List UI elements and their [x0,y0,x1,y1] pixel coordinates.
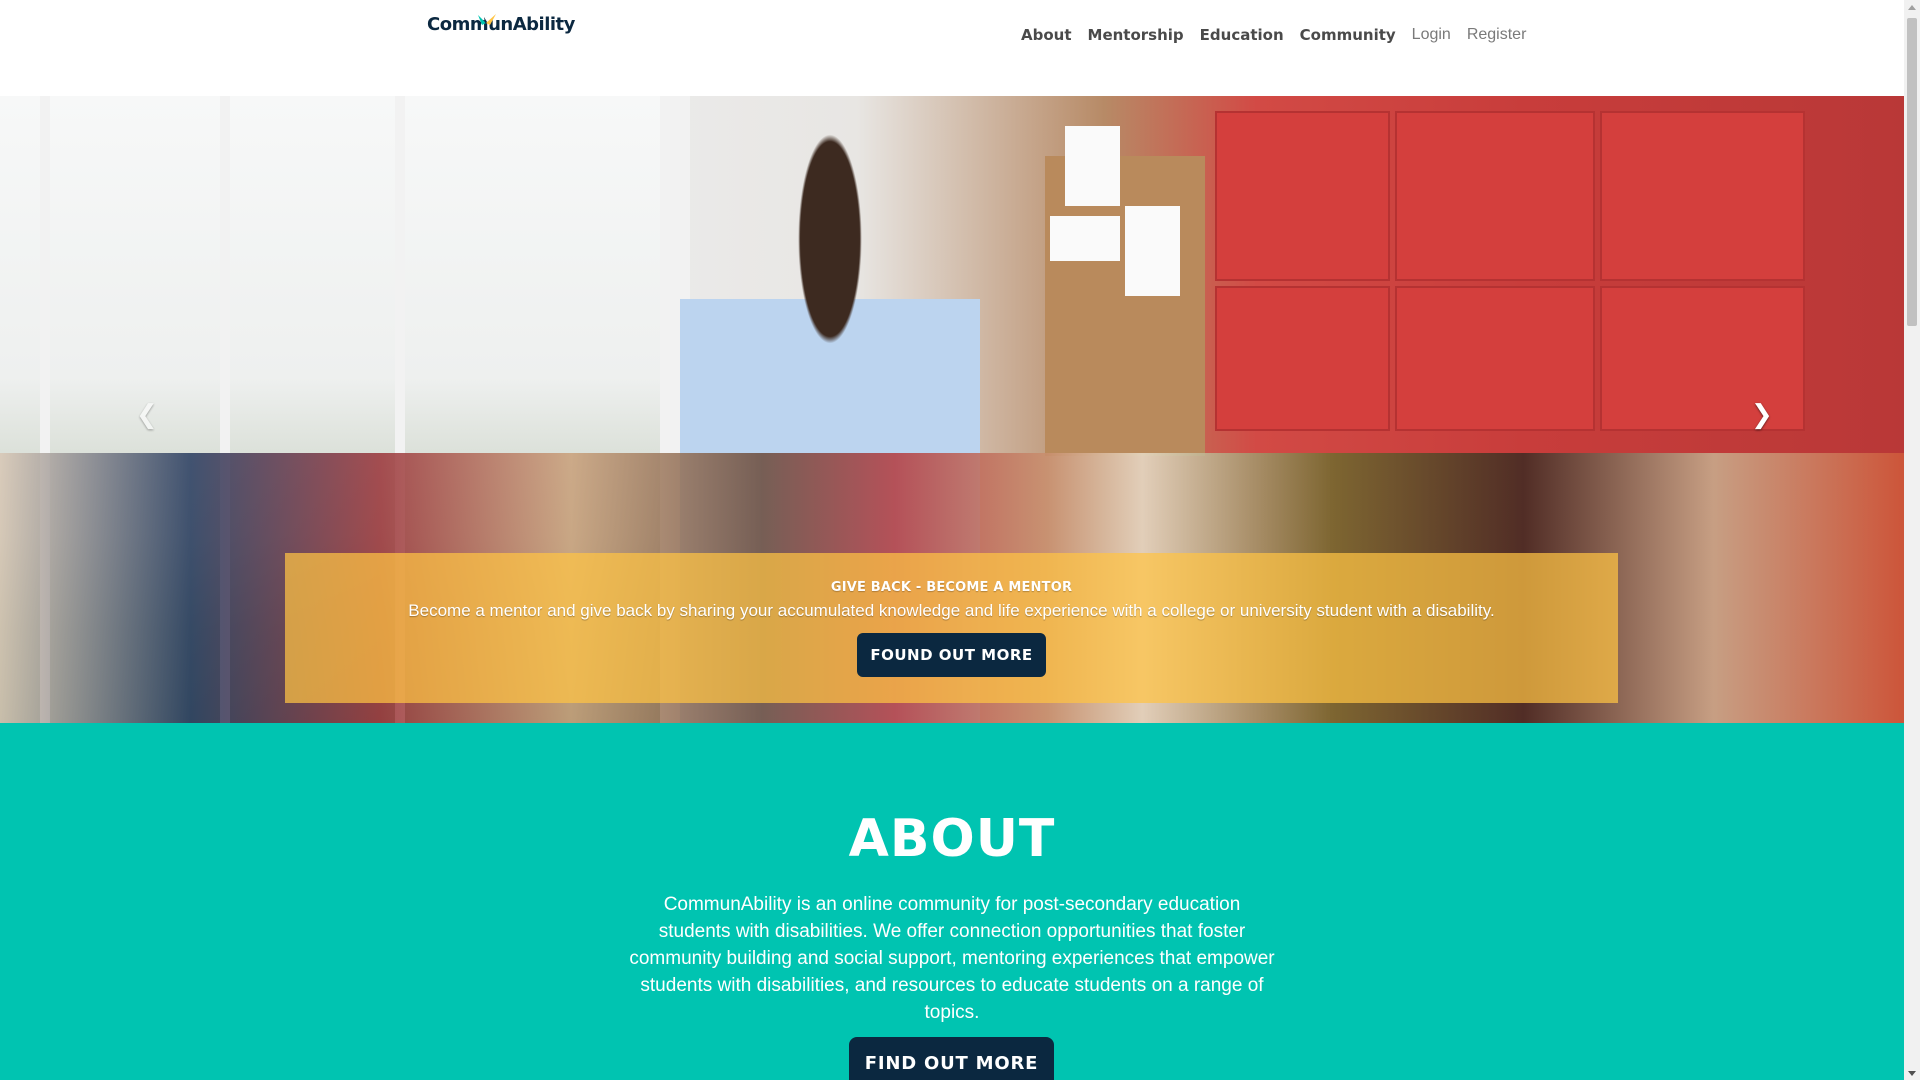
caption-title: Give Back - Become a Mentor [830,580,1073,595]
nav-register[interactable]: Register [1467,26,1527,44]
hero-photo-note [1050,216,1120,261]
page-scrollbar[interactable] [1904,0,1920,1080]
hero-photo-locker [1395,111,1595,281]
main-nav: About Mentorship Education Community Log… [1021,26,1542,44]
carousel-prev-icon[interactable]: ❮ [136,400,158,430]
hero-photo-locker [1215,286,1390,431]
navbar: CommunAbility About Mentorship Education… [0,0,1904,96]
carousel-next-icon[interactable]: ❯ [1751,400,1773,430]
hero-photo-locker [1600,286,1805,431]
carousel-caption: Give Back - Become a Mentor Become a men… [285,553,1618,703]
hero-photo-note [1065,126,1120,206]
about-section: ABOUT CommunAbility is an online communi… [0,723,1904,1080]
nav-community[interactable]: Community [1300,26,1396,44]
about-find-out-more-button[interactable]: Find out more [849,1037,1054,1080]
about-title: ABOUT [848,809,1056,869]
hero-photo-note [1125,206,1180,296]
nav-mentorship[interactable]: Mentorship [1088,26,1184,44]
logo-bird-icon [478,14,496,25]
caption-text: Become a mentor and give back by sharing… [408,601,1495,620]
scroll-up-icon[interactable] [1908,5,1916,10]
caption-find-out-more-button[interactable]: Found out more [857,633,1046,677]
nav-about[interactable]: About [1021,26,1072,44]
logo-text: CommunAbility [427,14,575,35]
nav-education[interactable]: Education [1200,26,1284,44]
scroll-down-icon[interactable] [1908,1071,1916,1076]
logo[interactable]: CommunAbility [427,14,575,35]
about-text: CommunAbility is an online community for… [629,894,1275,1023]
hero-photo-locker [1215,111,1390,281]
scroll-thumb[interactable] [1907,18,1917,326]
nav-login[interactable]: Login [1412,26,1451,44]
hero-photo-locker [1395,286,1595,431]
hero-photo-locker [1600,111,1805,281]
